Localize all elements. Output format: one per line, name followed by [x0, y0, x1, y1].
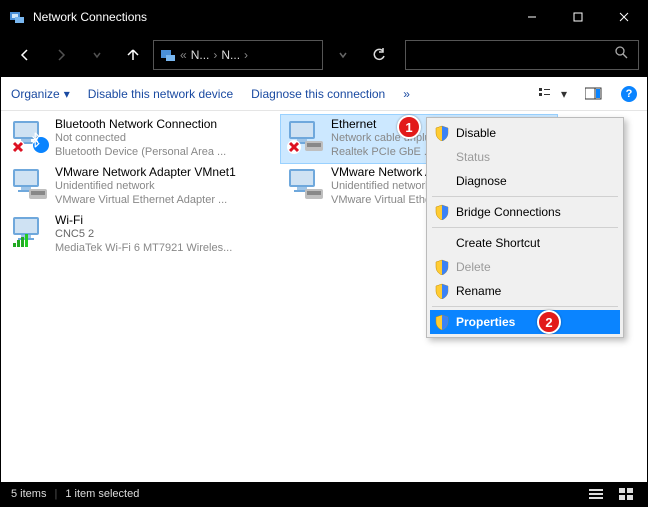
search-input[interactable] — [405, 40, 639, 70]
adapter-icon — [11, 117, 51, 161]
window-title: Network Connections — [33, 10, 509, 24]
window-controls — [509, 1, 647, 33]
menu-item-disable[interactable]: Disable — [430, 121, 620, 145]
menu-item-label: Rename — [456, 284, 501, 298]
item-count: 5 items — [11, 488, 46, 500]
back-button[interactable] — [9, 39, 41, 71]
adapter-item[interactable]: Bluetooth Network Connection Not connect… — [5, 115, 281, 163]
minimize-button[interactable] — [509, 1, 555, 33]
shield-icon — [434, 314, 450, 330]
titlebar: Network Connections — [1, 1, 647, 33]
menu-item-label: Properties — [456, 315, 515, 329]
up-button[interactable] — [117, 39, 149, 71]
menu-item-label: Disable — [456, 126, 496, 140]
diagnose-button[interactable]: Diagnose this connection — [251, 87, 385, 101]
search-icon — [615, 46, 628, 64]
chevron-down-icon: ▾ — [561, 87, 567, 101]
app-icon — [9, 9, 25, 25]
chevron-down-icon: ▾ — [64, 87, 70, 101]
adapter-status: Not connected — [55, 131, 226, 145]
status-bar: 5 items | 1 item selected — [1, 482, 647, 506]
shield-icon — [434, 173, 450, 189]
adapter-device: MediaTek Wi-Fi 6 MT7921 Wireles... — [55, 241, 232, 255]
adapter-name: Bluetooth Network Connection — [55, 117, 226, 131]
menu-item-label: Status — [456, 150, 490, 164]
menu-item-label: Create Shortcut — [456, 236, 540, 250]
annotation-badge-2: 2 — [537, 310, 561, 334]
adapter-icon — [11, 165, 51, 209]
menu-item-rename[interactable]: Rename — [430, 279, 620, 303]
context-menu: Disable Status Diagnose Bridge Connections C… — [426, 117, 624, 338]
menu-item-bridge-connections[interactable]: Bridge Connections — [430, 200, 620, 224]
adapter-icon — [287, 117, 327, 161]
recent-dropdown[interactable] — [81, 39, 113, 71]
view-options-button[interactable]: ▾ — [539, 87, 567, 101]
breadcrumb-dropdown[interactable] — [327, 39, 359, 71]
breadcrumb-sep: « — [180, 48, 187, 62]
adapter-item[interactable]: VMware Network Adapter VMnet1 Unidentifi… — [5, 163, 281, 211]
disable-device-button[interactable]: Disable this network device — [88, 87, 233, 101]
menu-item-label: Delete — [456, 260, 491, 274]
chevron-right-icon: › — [244, 48, 248, 62]
menu-item-properties[interactable]: Properties — [430, 310, 620, 334]
close-button[interactable] — [601, 1, 647, 33]
shield-icon — [434, 149, 450, 165]
adapter-status: CNC5 2 — [55, 227, 232, 241]
forward-button[interactable] — [45, 39, 77, 71]
breadcrumb-level1[interactable]: N... — [191, 48, 210, 62]
adapter-device: VMware Virtual Ethernet Adapter ... — [55, 193, 236, 207]
adapter-icon — [287, 165, 327, 209]
breadcrumb-level2[interactable]: N... — [221, 48, 240, 62]
adapter-icon — [11, 213, 51, 257]
navbar: « N... › N... › — [1, 33, 647, 77]
chevron-right-icon: › — [213, 48, 217, 62]
organize-menu[interactable]: Organize ▾ — [11, 87, 70, 101]
maximize-button[interactable] — [555, 1, 601, 33]
menu-separator — [432, 306, 618, 307]
help-button[interactable]: ? — [621, 86, 637, 102]
selection-count: 1 item selected — [65, 488, 139, 500]
toolbar-overflow[interactable]: » — [403, 87, 410, 101]
command-bar: Organize ▾ Disable this network device D… — [1, 77, 647, 111]
menu-item-label: Bridge Connections — [456, 205, 561, 219]
menu-item-label: Diagnose — [456, 174, 507, 188]
shield-icon — [434, 125, 450, 141]
adapter-status: Unidentified network — [55, 179, 236, 193]
menu-item-delete: Delete — [430, 255, 620, 279]
refresh-button[interactable] — [363, 39, 395, 71]
menu-item-status: Status — [430, 145, 620, 169]
details-view-button[interactable] — [585, 485, 607, 503]
menu-item-diagnose[interactable]: Diagnose — [430, 169, 620, 193]
shield-icon — [434, 259, 450, 275]
shield-icon — [434, 235, 450, 251]
network-connections-window: Network Connections « N... › N... › Orga… — [0, 0, 648, 507]
adapter-name: Wi-Fi — [55, 213, 232, 227]
breadcrumb[interactable]: « N... › N... › — [153, 40, 323, 70]
breadcrumb-icon — [160, 47, 176, 63]
shield-icon — [434, 283, 450, 299]
preview-pane-button[interactable] — [585, 87, 603, 101]
shield-icon — [434, 204, 450, 220]
menu-item-create-shortcut[interactable]: Create Shortcut — [430, 231, 620, 255]
adapters-pane[interactable]: Bluetooth Network Connection Not connect… — [1, 111, 647, 482]
menu-separator — [432, 196, 618, 197]
large-icons-view-button[interactable] — [615, 485, 637, 503]
adapter-device: Bluetooth Device (Personal Area ... — [55, 145, 226, 159]
annotation-badge-1: 1 — [397, 115, 421, 139]
adapter-name: VMware Network Adapter VMnet1 — [55, 165, 236, 179]
adapter-item[interactable]: Wi-Fi CNC5 2 MediaTek Wi-Fi 6 MT7921 Wir… — [5, 211, 281, 259]
menu-separator — [432, 227, 618, 228]
